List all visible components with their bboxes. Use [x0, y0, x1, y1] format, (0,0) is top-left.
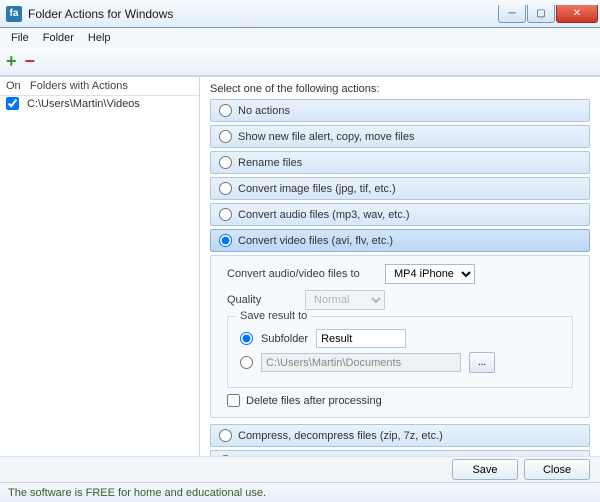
radio-show-alert[interactable] [219, 130, 232, 143]
close-window-button[interactable]: ✕ [556, 5, 598, 23]
delete-after-checkbox[interactable] [227, 394, 240, 407]
option-rename[interactable]: Rename files [210, 151, 590, 174]
option-show-alert[interactable]: Show new file alert, copy, move files [210, 125, 590, 148]
maximize-button[interactable]: ▢ [527, 5, 555, 23]
option-no-actions[interactable]: No actions [210, 99, 590, 122]
convert-to-label: Convert audio/video files to [227, 268, 377, 280]
toolbar: + − [0, 48, 600, 76]
remove-icon[interactable]: − [25, 51, 36, 72]
save-result-fieldset: Save result to Subfolder ... [227, 316, 573, 388]
quality-label: Quality [227, 294, 297, 306]
window-title: Folder Actions for Windows [28, 7, 497, 21]
add-icon[interactable]: + [6, 51, 17, 72]
close-button[interactable]: Close [524, 459, 590, 480]
option-convert-video[interactable]: Convert video files (avi, flv, etc.) [210, 229, 590, 252]
convert-panel: Convert audio/video files to MP4 iPhone … [210, 255, 590, 418]
option-label: Convert video files (avi, flv, etc.) [238, 235, 393, 247]
option-label: Convert image files (jpg, tif, etc.) [238, 183, 396, 195]
menubar: File Folder Help [0, 28, 600, 48]
menu-help[interactable]: Help [81, 30, 118, 46]
delete-after-label: Delete files after processing [246, 395, 382, 407]
folders-pane: On Folders with Actions C:\Users\Martin\… [0, 77, 200, 456]
radio-convert-image[interactable] [219, 182, 232, 195]
option-user-defined[interactable]: User defined action [210, 450, 590, 456]
option-convert-audio[interactable]: Convert audio files (mp3, wav, etc.) [210, 203, 590, 226]
actions-prompt: Select one of the following actions: [210, 83, 590, 95]
option-label: User defined action [238, 456, 333, 457]
app-icon: fa [6, 6, 22, 22]
quality-select: Normal [305, 290, 385, 310]
option-convert-image[interactable]: Convert image files (jpg, tif, etc.) [210, 177, 590, 200]
column-on: On [6, 80, 30, 92]
radio-convert-video[interactable] [219, 234, 232, 247]
minimize-button[interactable]: ─ [498, 5, 526, 23]
radio-path[interactable] [240, 356, 253, 369]
convert-to-select[interactable]: MP4 iPhone [385, 264, 475, 284]
radio-rename[interactable] [219, 156, 232, 169]
folder-list: C:\Users\Martin\Videos [0, 96, 199, 456]
option-compress[interactable]: Compress, decompress files (zip, 7z, etc… [210, 424, 590, 447]
status-text: The software is FREE for home and educat… [8, 487, 266, 499]
folder-path: C:\Users\Martin\Videos [27, 98, 140, 110]
subfolder-label: Subfolder [261, 333, 308, 345]
option-label: No actions [238, 105, 290, 117]
option-label: Compress, decompress files (zip, 7z, etc… [238, 430, 443, 442]
radio-no-actions[interactable] [219, 104, 232, 117]
statusbar: The software is FREE for home and educat… [0, 482, 600, 502]
menu-file[interactable]: File [4, 30, 36, 46]
column-folders: Folders with Actions [30, 80, 128, 92]
titlebar: fa Folder Actions for Windows ─ ▢ ✕ [0, 0, 600, 28]
folder-row[interactable]: C:\Users\Martin\Videos [0, 96, 199, 111]
radio-convert-audio[interactable] [219, 208, 232, 221]
button-bar: Save Close [0, 456, 600, 482]
radio-user-defined[interactable] [219, 455, 232, 456]
folder-on-checkbox[interactable] [6, 97, 19, 110]
option-label: Rename files [238, 157, 302, 169]
menu-folder[interactable]: Folder [36, 30, 81, 46]
option-label: Convert audio files (mp3, wav, etc.) [238, 209, 410, 221]
subfolder-input[interactable] [316, 329, 406, 348]
option-label: Show new file alert, copy, move files [238, 131, 414, 143]
save-result-legend: Save result to [236, 310, 311, 322]
browse-button[interactable]: ... [469, 352, 495, 373]
radio-compress[interactable] [219, 429, 232, 442]
main-area: On Folders with Actions C:\Users\Martin\… [0, 76, 600, 456]
folder-list-header: On Folders with Actions [0, 77, 199, 96]
save-button[interactable]: Save [452, 459, 518, 480]
radio-subfolder[interactable] [240, 332, 253, 345]
actions-pane: Select one of the following actions: No … [200, 77, 600, 456]
path-input [261, 353, 461, 372]
window-controls: ─ ▢ ✕ [497, 5, 598, 23]
